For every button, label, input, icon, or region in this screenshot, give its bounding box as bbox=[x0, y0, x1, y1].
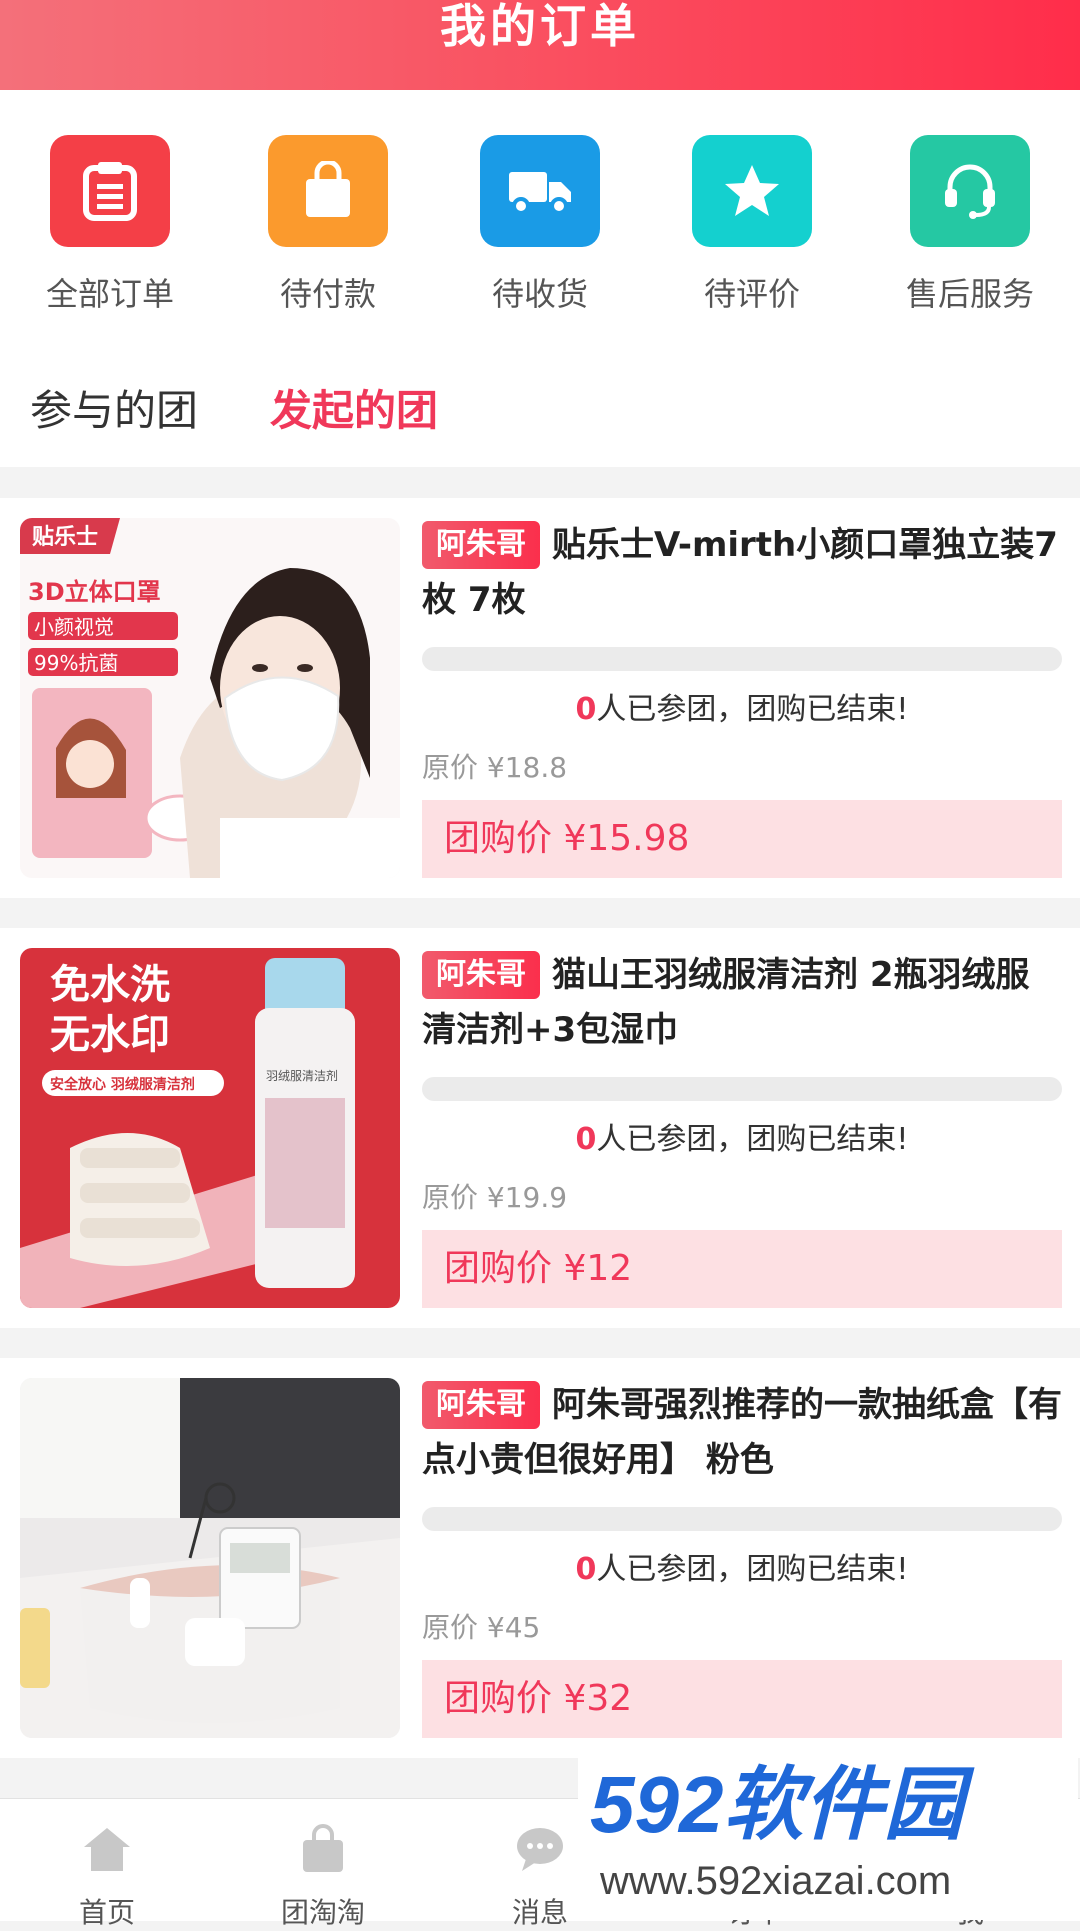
group-price-text: 团购价 ¥32 bbox=[444, 1678, 633, 1719]
group-progress-bar bbox=[422, 647, 1062, 671]
joined-count: 0 bbox=[575, 692, 597, 727]
group-progress-bar bbox=[422, 1507, 1062, 1531]
quick-label: 待收货 bbox=[491, 275, 588, 313]
product-image[interactable] bbox=[20, 1378, 400, 1738]
group-price-text: 团购价 ¥15.98 bbox=[444, 818, 690, 859]
seller-badge: 阿朱哥 bbox=[422, 521, 540, 569]
quick-all-orders[interactable]: 全部订单 bbox=[20, 135, 200, 315]
quick-after-sales[interactable]: 售后服务 bbox=[880, 135, 1060, 315]
quick-pending-receipt[interactable]: 待收货 bbox=[450, 135, 630, 315]
image-bottle-label: 羽绒服清洁剂 bbox=[266, 1068, 338, 1083]
product-info: 阿朱哥 阿朱哥强烈推荐的一款抽纸盒【有点小贵但很好用】 粉色 0人已参团，团购已结… bbox=[422, 1378, 1062, 1738]
product-image[interactable]: 贴乐士 3D立体口罩 小颜视觉 99%抗菌 bbox=[20, 518, 400, 878]
joined-count: 0 bbox=[575, 1552, 597, 1587]
watermark-url: www.592xiazai.com bbox=[599, 1859, 951, 1903]
group-card[interactable]: 贴乐士 3D立体口罩 小颜视觉 99%抗菌 阿朱哥 贴乐士V-mirth小颜口罩独… bbox=[0, 498, 1080, 898]
shopping-bag-icon bbox=[268, 135, 388, 247]
group-status: 0人已参团，团购已结束! bbox=[422, 690, 1062, 730]
original-price: 原价 ¥45 bbox=[422, 1611, 541, 1644]
image-headline-text: 无水印 bbox=[50, 1012, 170, 1058]
original-price: 原价 ¥18.8 bbox=[422, 751, 568, 784]
joined-count: 0 bbox=[575, 1122, 597, 1157]
page-title: 我的订单 bbox=[440, 0, 640, 53]
headset-icon bbox=[910, 135, 1030, 247]
image-headline-text: 免水洗 bbox=[50, 962, 170, 1008]
quick-pending-payment[interactable]: 待付款 bbox=[238, 135, 418, 315]
group-status: 0人已参团，团购已结束! bbox=[422, 1550, 1062, 1590]
watermark-overlay: 592软件园 www.592xiazai.com bbox=[578, 1740, 1078, 1920]
nav-label: 首页 bbox=[78, 1896, 135, 1929]
quick-label: 待付款 bbox=[279, 275, 376, 313]
group-status: 0人已参团，团购已结束! bbox=[422, 1120, 1062, 1160]
home-icon bbox=[42, 1821, 172, 1877]
product-title[interactable]: 阿朱哥 猫山王羽绒服清洁剂 2瓶羽绒服清洁剂+3包湿巾 bbox=[422, 948, 1062, 1058]
star-icon bbox=[692, 135, 812, 247]
product-title[interactable]: 阿朱哥 阿朱哥强烈推荐的一款抽纸盒【有点小贵但很好用】 粉色 bbox=[422, 1378, 1062, 1488]
product-info: 阿朱哥 猫山王羽绒服清洁剂 2瓶羽绒服清洁剂+3包湿巾 0人已参团，团购已结束! … bbox=[422, 948, 1062, 1308]
group-price-text: 团购价 ¥12 bbox=[444, 1248, 633, 1289]
group-card[interactable]: 免水洗 无水印 安全放心 羽绒服清洁剂 羽绒服清洁剂 阿朱哥 猫山王羽绒服清洁剂 … bbox=[0, 928, 1080, 1328]
image-brand-text: 贴乐士 bbox=[32, 524, 98, 550]
group-price: 团购价 ¥15.98 bbox=[422, 800, 1062, 878]
joined-text: 人已参团，团购已结束! bbox=[596, 692, 909, 727]
original-price: 原价 ¥19.9 bbox=[422, 1181, 568, 1214]
image-tagline-text: 安全放心 羽绒服清洁剂 bbox=[50, 1076, 195, 1093]
nav-home[interactable]: 首页 bbox=[42, 1821, 172, 1931]
seller-badge: 阿朱哥 bbox=[422, 1381, 540, 1429]
order-status-bar: 全部订单 待付款 待收货 待评价 售后服务 bbox=[0, 90, 1080, 345]
joined-text: 人已参团，团购已结束! bbox=[596, 1122, 909, 1157]
image-feature-text: 99%抗菌 bbox=[34, 651, 118, 675]
quick-pending-review[interactable]: 待评价 bbox=[662, 135, 842, 315]
header-bar: 我的订单 bbox=[0, 0, 1080, 90]
group-price: 团购价 ¥12 bbox=[422, 1230, 1062, 1308]
group-card[interactable]: 阿朱哥 阿朱哥强烈推荐的一款抽纸盒【有点小贵但很好用】 粉色 0人已参团，团购已结… bbox=[0, 1358, 1080, 1758]
quick-label: 待评价 bbox=[703, 275, 800, 313]
product-title[interactable]: 阿朱哥 贴乐士V-mirth小颜口罩独立装7枚 7枚 bbox=[422, 518, 1062, 628]
tab-started-groups[interactable]: 发起的团 bbox=[270, 387, 438, 435]
tab-joined-groups[interactable]: 参与的团 bbox=[30, 387, 198, 435]
truck-icon bbox=[480, 135, 600, 247]
group-price: 团购价 ¥32 bbox=[422, 1660, 1062, 1738]
group-progress-bar bbox=[422, 1077, 1062, 1101]
joined-text: 人已参团，团购已结束! bbox=[596, 1552, 909, 1587]
nav-label: 团淘淘 bbox=[280, 1896, 365, 1929]
watermark-brand: 592软件园 bbox=[590, 1760, 975, 1849]
quick-label: 售后服务 bbox=[905, 275, 1034, 313]
nav-group-shop[interactable]: 团淘淘 bbox=[258, 1821, 388, 1931]
product-image[interactable]: 免水洗 无水印 安全放心 羽绒服清洁剂 羽绒服清洁剂 bbox=[20, 948, 400, 1308]
bag-icon bbox=[258, 1821, 388, 1877]
image-headline-text: 3D立体口罩 bbox=[28, 578, 161, 606]
image-feature-text: 小颜视觉 bbox=[34, 615, 114, 639]
group-tabs: 参与的团 发起的团 bbox=[0, 345, 1080, 467]
product-info: 阿朱哥 贴乐士V-mirth小颜口罩独立装7枚 7枚 0人已参团，团购已结束! 原… bbox=[422, 518, 1062, 878]
quick-label: 全部订单 bbox=[45, 275, 174, 313]
clipboard-icon bbox=[50, 135, 170, 247]
seller-badge: 阿朱哥 bbox=[422, 951, 540, 999]
